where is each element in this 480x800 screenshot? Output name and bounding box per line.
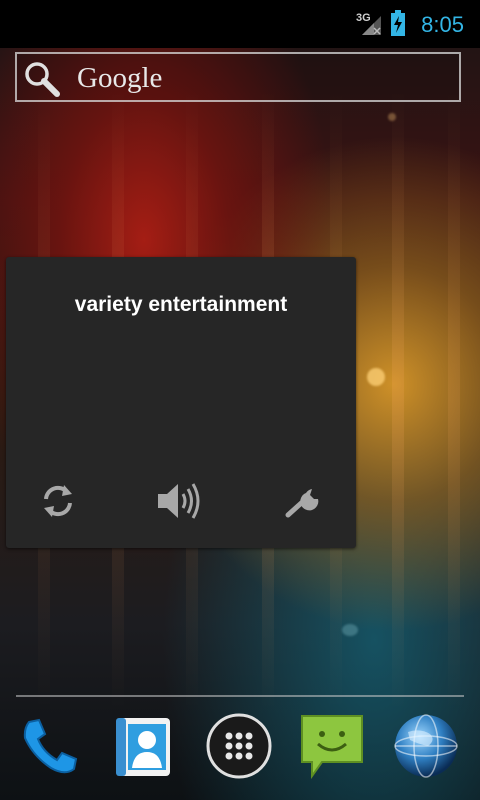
dock-all-apps[interactable]	[203, 710, 275, 782]
dock-browser[interactable]	[390, 710, 462, 782]
widget-title: variety entertainment	[74, 293, 288, 316]
battery-charging-icon	[391, 10, 405, 36]
messaging-icon	[301, 715, 363, 780]
settings-button[interactable]	[280, 479, 328, 523]
dock-contacts[interactable]	[108, 710, 180, 782]
volume-icon	[158, 483, 200, 519]
wallpaper-bokeh	[367, 368, 385, 386]
wrench-icon	[285, 489, 319, 518]
volume-button[interactable]	[156, 479, 204, 523]
status-bar: 3G 8:05	[0, 0, 480, 48]
apps-grid-icon	[206, 713, 272, 779]
dock-divider	[16, 695, 464, 697]
globe-icon	[394, 714, 458, 778]
contacts-icon	[116, 718, 170, 776]
refresh-icon	[44, 485, 72, 517]
wallpaper-bokeh	[388, 113, 396, 121]
dock-phone[interactable]	[15, 710, 87, 782]
dock-messaging[interactable]	[296, 710, 368, 782]
search-label: Google	[77, 62, 163, 94]
radio-widget: variety entertainment	[6, 257, 356, 548]
google-search-bar[interactable]: Google	[15, 52, 461, 102]
home-screen: 3G 8:05 Google variety entertainment	[0, 0, 480, 800]
refresh-button[interactable]	[34, 479, 82, 523]
status-time: 8:05	[421, 12, 464, 37]
wallpaper-bokeh	[342, 624, 358, 636]
search-icon	[22, 59, 62, 99]
phone-icon	[23, 718, 78, 774]
wallpaper-streak	[448, 90, 460, 710]
wallpaper-streak	[392, 90, 404, 710]
signal-icon	[360, 14, 382, 36]
